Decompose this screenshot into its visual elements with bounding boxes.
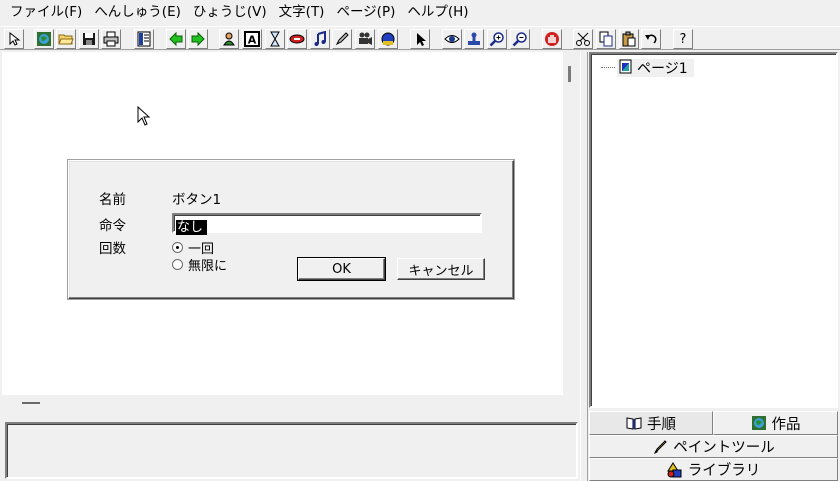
tree-connector — [601, 67, 615, 68]
count-label: 回数 — [99, 241, 126, 257]
select-arrow-icon[interactable] — [410, 29, 430, 49]
radio-infinite-label: 無限に — [188, 259, 228, 274]
stamp-icon[interactable] — [464, 29, 484, 49]
arrow-left-icon[interactable] — [166, 29, 186, 49]
menu-text[interactable]: 文字(T) — [273, 1, 331, 23]
toolbar: A ? — [0, 26, 840, 50]
pointer-mode-icon[interactable] — [4, 29, 24, 49]
radio-infinite-indicator[interactable] — [172, 259, 183, 270]
eye-icon[interactable] — [442, 29, 462, 49]
hourglass-icon[interactable] — [265, 29, 285, 49]
zoom-in-icon[interactable] — [487, 29, 507, 49]
name-value: ボタン1 — [172, 192, 222, 208]
record-icon[interactable] — [378, 29, 398, 49]
tab-paint-tool-label: ペイントツール — [673, 440, 775, 456]
scrollbar-thumb[interactable] — [568, 66, 571, 82]
radio-once-indicator[interactable] — [172, 242, 183, 253]
menu-bar: ファイル(F) へんしゅう(E) ひょうじ(V) 文字(T) ページ(P) ヘル… — [0, 0, 840, 24]
command-input-value: なし — [176, 220, 208, 235]
tree-item-page1[interactable]: ページ1 — [617, 59, 694, 77]
menu-file[interactable]: ファイル(F) — [4, 1, 88, 23]
book-icon — [626, 415, 642, 431]
music-icon[interactable] — [310, 29, 330, 49]
tab-procedure-label: 手順 — [647, 416, 676, 433]
undo-icon[interactable] — [641, 29, 661, 49]
character-icon[interactable] — [219, 29, 239, 49]
radio-infinite[interactable]: 無限に — [172, 255, 227, 274]
mouse-cursor-icon — [137, 105, 151, 130]
cut-icon[interactable] — [573, 29, 593, 49]
cancel-button[interactable]: キャンセル — [397, 258, 485, 280]
status-panel — [5, 422, 578, 479]
open-folder-icon[interactable] — [56, 29, 76, 49]
globe-icon[interactable] — [34, 29, 54, 49]
copy-icon[interactable] — [596, 29, 616, 49]
paint-brush-icon — [652, 439, 668, 455]
menu-edit[interactable]: へんしゅう(E) — [88, 1, 187, 23]
minimize-dash-icon[interactable] — [22, 402, 40, 404]
tree-item-label: ページ1 — [637, 61, 688, 77]
tab-paint-tool[interactable]: ペイントツール — [589, 435, 838, 458]
menu-help[interactable]: ヘルプ(H) — [401, 1, 474, 23]
command-label: 命令 — [99, 218, 126, 234]
zoom-out-icon[interactable] — [510, 29, 530, 49]
page-icon — [619, 59, 633, 78]
tab-procedure[interactable]: 手順 — [589, 411, 713, 435]
tab-library[interactable]: ライブラリ — [589, 458, 838, 481]
svg-text:A: A — [248, 34, 257, 47]
tab-works-label: 作品 — [771, 416, 801, 433]
movie-camera-icon[interactable] — [355, 29, 375, 49]
panel-splitter[interactable] — [580, 52, 588, 481]
globe-icon — [751, 415, 767, 431]
menu-view[interactable]: ひょうじ(V) — [187, 1, 273, 23]
save-icon[interactable] — [79, 29, 99, 49]
stop-hand-icon[interactable] — [542, 29, 562, 49]
help-icon[interactable]: ? — [673, 29, 693, 49]
command-input[interactable]: なし — [172, 213, 482, 235]
canvas-horizontal-strip — [2, 395, 580, 417]
menu-page[interactable]: ページ(P) — [330, 1, 401, 23]
shapes-icon — [666, 461, 683, 478]
print-icon[interactable] — [101, 29, 121, 49]
page-tree-panel: ページ1 — [589, 52, 838, 408]
name-label: 名前 — [99, 192, 126, 208]
paste-icon[interactable] — [619, 29, 639, 49]
tab-library-label: ライブラリ — [687, 463, 761, 479]
text-box-icon[interactable]: A — [242, 29, 262, 49]
pen-icon[interactable] — [332, 29, 352, 49]
button-object-icon[interactable] — [287, 29, 307, 49]
ok-button[interactable]: OK — [297, 257, 386, 281]
tab-works[interactable]: 作品 — [713, 411, 838, 435]
button-properties-dialog: 名前 ボタン1 命令 なし 回数 一回 無限に OK キャンセル — [68, 160, 514, 299]
arrow-right-icon[interactable] — [188, 29, 208, 49]
page-layout-icon[interactable] — [134, 29, 154, 49]
canvas-vertical-scrollbar[interactable] — [563, 52, 580, 395]
